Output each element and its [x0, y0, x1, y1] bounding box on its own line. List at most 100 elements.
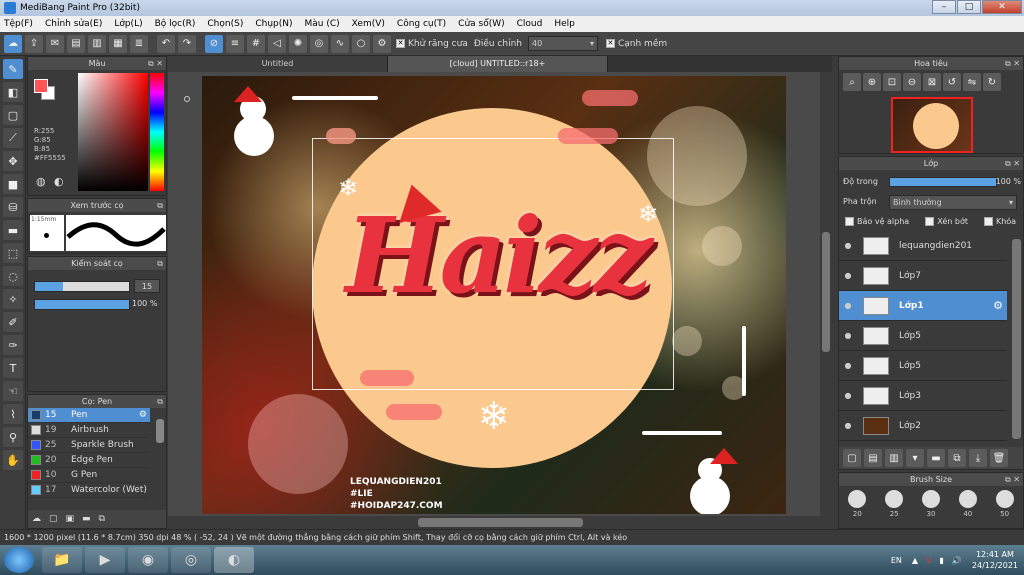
- hand-tool-icon[interactable]: ✋: [3, 450, 23, 470]
- brush-size-preset[interactable]: 20: [848, 490, 867, 518]
- layer-row[interactable]: ● Lớp2: [839, 411, 1007, 441]
- panel-popout-icon[interactable]: ⧉ ✕: [1005, 57, 1020, 70]
- canvas-horizontal-scrollbar[interactable]: [168, 516, 832, 529]
- duplicate-layer-icon[interactable]: ⧉: [948, 449, 966, 467]
- select-tool-icon[interactable]: ⬚: [3, 243, 23, 263]
- tray-arrow-icon[interactable]: ▲: [912, 556, 918, 565]
- fit-window-icon[interactable]: ⊠: [923, 73, 941, 91]
- antialias-checkbox[interactable]: ✕: [396, 39, 405, 48]
- medibang-icon[interactable]: ◐: [214, 547, 254, 573]
- select-pen-icon[interactable]: ✐: [3, 312, 23, 332]
- operation-tool-icon[interactable]: ☜: [3, 381, 23, 401]
- brush-copy-icon[interactable]: ⧉: [99, 514, 105, 524]
- zoom-actual-icon[interactable]: ⊡: [883, 73, 901, 91]
- menu-file[interactable]: Tệp(F): [4, 19, 33, 29]
- panel-popout-icon[interactable]: ⧉: [157, 257, 163, 270]
- soft-edge-checkbox[interactable]: ✕: [605, 39, 615, 48]
- gear-icon[interactable]: ⚙: [139, 410, 147, 420]
- saturation-value-picker[interactable]: [78, 73, 148, 191]
- brush-cloud-icon[interactable]: ☁: [32, 514, 41, 524]
- panel-popout-icon[interactable]: ⧉: [157, 199, 163, 212]
- layer-visibility-icon[interactable]: ●: [839, 271, 857, 280]
- layer-list-scrollbar[interactable]: [1012, 239, 1021, 439]
- brush-item[interactable]: 15 Pen ⚙: [28, 408, 150, 423]
- panel-popout-icon[interactable]: ⧉ ✕: [1005, 157, 1020, 170]
- snap-off-icon[interactable]: ⊘: [205, 34, 223, 53]
- minimize-button[interactable]: –: [932, 0, 956, 14]
- brush-add-icon[interactable]: ▣: [66, 514, 75, 524]
- list-icon[interactable]: ≣: [130, 34, 148, 53]
- snap-parallel-icon[interactable]: ≡: [226, 34, 244, 53]
- layer-opacity-slider[interactable]: [889, 177, 997, 187]
- layer-blend-select[interactable]: Bình thường: [889, 195, 1017, 210]
- brush-item[interactable]: 20 Edge Pen: [28, 453, 150, 468]
- snap-perspective-icon[interactable]: ◁: [268, 34, 286, 53]
- brush-item[interactable]: 19 Airbrush: [28, 423, 150, 438]
- layer-visibility-icon[interactable]: ●: [839, 361, 857, 370]
- brush-size-preset[interactable]: 50: [995, 490, 1014, 518]
- zoom-out-icon[interactable]: ⊖: [903, 73, 921, 91]
- menu-filter[interactable]: Bộ lọc(R): [155, 19, 196, 29]
- menu-color[interactable]: Màu (C): [305, 19, 340, 29]
- snap-radial-icon[interactable]: ✺: [289, 34, 307, 53]
- brush-size-preset[interactable]: 30: [921, 490, 940, 518]
- brush-size-preset[interactable]: 40: [958, 490, 977, 518]
- volume-icon[interactable]: 🔊: [952, 556, 962, 565]
- tray-app-icon[interactable]: V: [926, 556, 931, 565]
- snap-curve-icon[interactable]: ∿: [331, 34, 349, 53]
- brush-folder-icon[interactable]: ▬: [82, 514, 91, 524]
- layer-row[interactable]: ● lequangdien201: [839, 231, 1007, 261]
- dropper-tool-icon[interactable]: ⌇: [3, 404, 23, 424]
- color-wheel-icon[interactable]: ◐: [54, 175, 64, 188]
- canvas-vertical-scrollbar[interactable]: [820, 72, 832, 516]
- redo-icon[interactable]: ↷: [178, 34, 196, 53]
- protect-alpha-checkbox[interactable]: [845, 216, 854, 226]
- gear-icon[interactable]: ⚙: [993, 299, 1003, 312]
- snap-grid-icon[interactable]: #: [247, 34, 265, 53]
- brush-item[interactable]: 17 Watercolor (Wet): [28, 483, 150, 498]
- layer-visibility-icon[interactable]: ●: [839, 241, 857, 250]
- move-tool-icon[interactable]: ✥: [3, 151, 23, 171]
- menu-snap[interactable]: Chụp(N): [255, 19, 292, 29]
- media-player-icon[interactable]: ▶: [85, 547, 125, 573]
- brush-tool-icon[interactable]: ✎: [3, 59, 23, 79]
- layer-row[interactable]: ● Lớp5: [839, 351, 1007, 381]
- new-halftone-layer-icon[interactable]: ▤: [864, 449, 882, 467]
- select-eraser-icon[interactable]: ✑: [3, 335, 23, 355]
- lasso-tool-icon[interactable]: ◌: [3, 266, 23, 286]
- rotate-left-icon[interactable]: ↺: [943, 73, 961, 91]
- fill-rect-tool-icon[interactable]: ■: [3, 174, 23, 194]
- menu-edit[interactable]: Chỉnh sửa(E): [45, 19, 102, 29]
- cloud-icon[interactable]: ☁: [4, 34, 22, 53]
- menu-tools[interactable]: Công cụ(T): [397, 19, 446, 29]
- start-button[interactable]: [4, 547, 34, 573]
- menu-window[interactable]: Cửa sổ(W): [458, 19, 504, 29]
- brush-opacity-slider[interactable]: [34, 299, 130, 310]
- menu-help[interactable]: Help: [554, 19, 575, 29]
- grid-page-icon[interactable]: ▦: [109, 34, 127, 53]
- brush-new-icon[interactable]: ▢: [49, 514, 58, 524]
- adjust-select[interactable]: 40: [527, 36, 598, 51]
- layer-add-menu-icon[interactable]: ▾: [906, 449, 924, 467]
- layer-row[interactable]: ● Lớp3: [839, 381, 1007, 411]
- clipping-checkbox[interactable]: [925, 216, 935, 226]
- layer-visibility-icon[interactable]: ●: [839, 301, 857, 310]
- comment-icon[interactable]: ✉: [46, 34, 64, 53]
- layer-visibility-icon[interactable]: ●: [839, 391, 857, 400]
- new-layer-icon[interactable]: ▢: [843, 449, 861, 467]
- zoom-fit-icon[interactable]: ⌕: [843, 73, 861, 91]
- network-icon[interactable]: ▮: [940, 556, 944, 565]
- flip-icon[interactable]: ⇋: [963, 73, 981, 91]
- document-icon[interactable]: ▤: [67, 34, 85, 53]
- rotate-right-icon[interactable]: ↻: [983, 73, 1001, 91]
- palette-icon[interactable]: ◍: [36, 175, 46, 188]
- foreground-color-top[interactable]: [34, 79, 48, 93]
- chrome-icon[interactable]: ◎: [171, 547, 211, 573]
- page-icon[interactable]: ▥: [88, 34, 106, 53]
- brush-item[interactable]: 10 G Pen: [28, 468, 150, 483]
- close-button[interactable]: ✕: [982, 0, 1022, 14]
- brush-list-scrollbar[interactable]: [156, 419, 164, 443]
- brush-size-slider[interactable]: [34, 281, 130, 292]
- maximize-button[interactable]: □: [957, 0, 981, 14]
- layer-visibility-icon[interactable]: ●: [839, 331, 857, 340]
